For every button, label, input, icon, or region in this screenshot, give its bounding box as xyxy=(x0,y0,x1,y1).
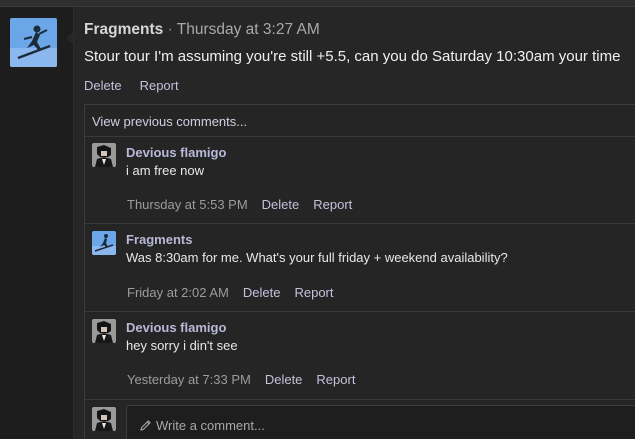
comment-report-link[interactable]: Report xyxy=(316,372,355,387)
post-report-link[interactable]: Report xyxy=(140,78,179,93)
window-top-bar xyxy=(0,0,635,7)
comment-meta: Yesterday at 7:33 PM Delete Report xyxy=(127,372,355,387)
post-pointer xyxy=(66,32,73,44)
comment-input[interactable] xyxy=(156,406,626,439)
comment-text: Was 8:30am for me. What's your full frid… xyxy=(126,250,508,265)
comment-delete-link[interactable]: Delete xyxy=(262,197,300,212)
post-body: Stour tour I'm assuming you're still +5.… xyxy=(84,48,621,65)
comment-author[interactable]: Fragments xyxy=(126,232,192,247)
comment-time[interactable]: Yesterday at 7:33 PM xyxy=(127,372,251,387)
comment-time[interactable]: Friday at 2:02 AM xyxy=(127,285,229,300)
commenter-avatar[interactable] xyxy=(92,231,116,255)
view-previous-comments-link[interactable]: View previous comments... xyxy=(85,105,635,137)
current-user-avatar xyxy=(92,407,116,431)
comment-thread: View previous comments... Devious flamig… xyxy=(84,104,635,439)
post-author[interactable]: Fragments xyxy=(84,21,163,38)
post-header: Fragments · Thursday at 3:27 AM xyxy=(84,21,320,39)
comment-author[interactable]: Devious flamigo xyxy=(126,320,226,335)
comment-text: i am free now xyxy=(126,163,205,178)
left-gutter xyxy=(0,7,73,439)
post-separator: · xyxy=(167,21,173,38)
comment-report-link[interactable]: Report xyxy=(313,197,352,212)
comment-composer[interactable] xyxy=(126,405,635,439)
comment-author[interactable]: Devious flamigo xyxy=(126,145,226,160)
comment-meta: Friday at 2:02 AM Delete Report xyxy=(127,285,334,300)
comment-report-link[interactable]: Report xyxy=(294,285,333,300)
post-time[interactable]: Thursday at 3:27 AM xyxy=(177,21,320,38)
commenter-avatar[interactable] xyxy=(92,143,116,167)
post-delete-link[interactable]: Delete xyxy=(84,78,122,93)
comment-item: Devious flamigo hey sorry i din't see Ye… xyxy=(85,312,635,400)
comment-meta: Thursday at 5:53 PM Delete Report xyxy=(127,197,352,212)
comment-delete-link[interactable]: Delete xyxy=(265,372,303,387)
commenter-avatar[interactable] xyxy=(92,319,116,343)
pencil-icon xyxy=(139,419,152,432)
comment-time[interactable]: Thursday at 5:53 PM xyxy=(127,197,248,212)
comment-item: Fragments Was 8:30am for me. What's your… xyxy=(85,224,635,312)
post-author-avatar[interactable] xyxy=(10,18,57,67)
comment-item: Devious flamigo i am free now Thursday a… xyxy=(85,137,635,224)
comment-text: hey sorry i din't see xyxy=(126,338,238,353)
post-actions: Delete Report xyxy=(84,78,197,93)
comment-delete-link[interactable]: Delete xyxy=(243,285,281,300)
